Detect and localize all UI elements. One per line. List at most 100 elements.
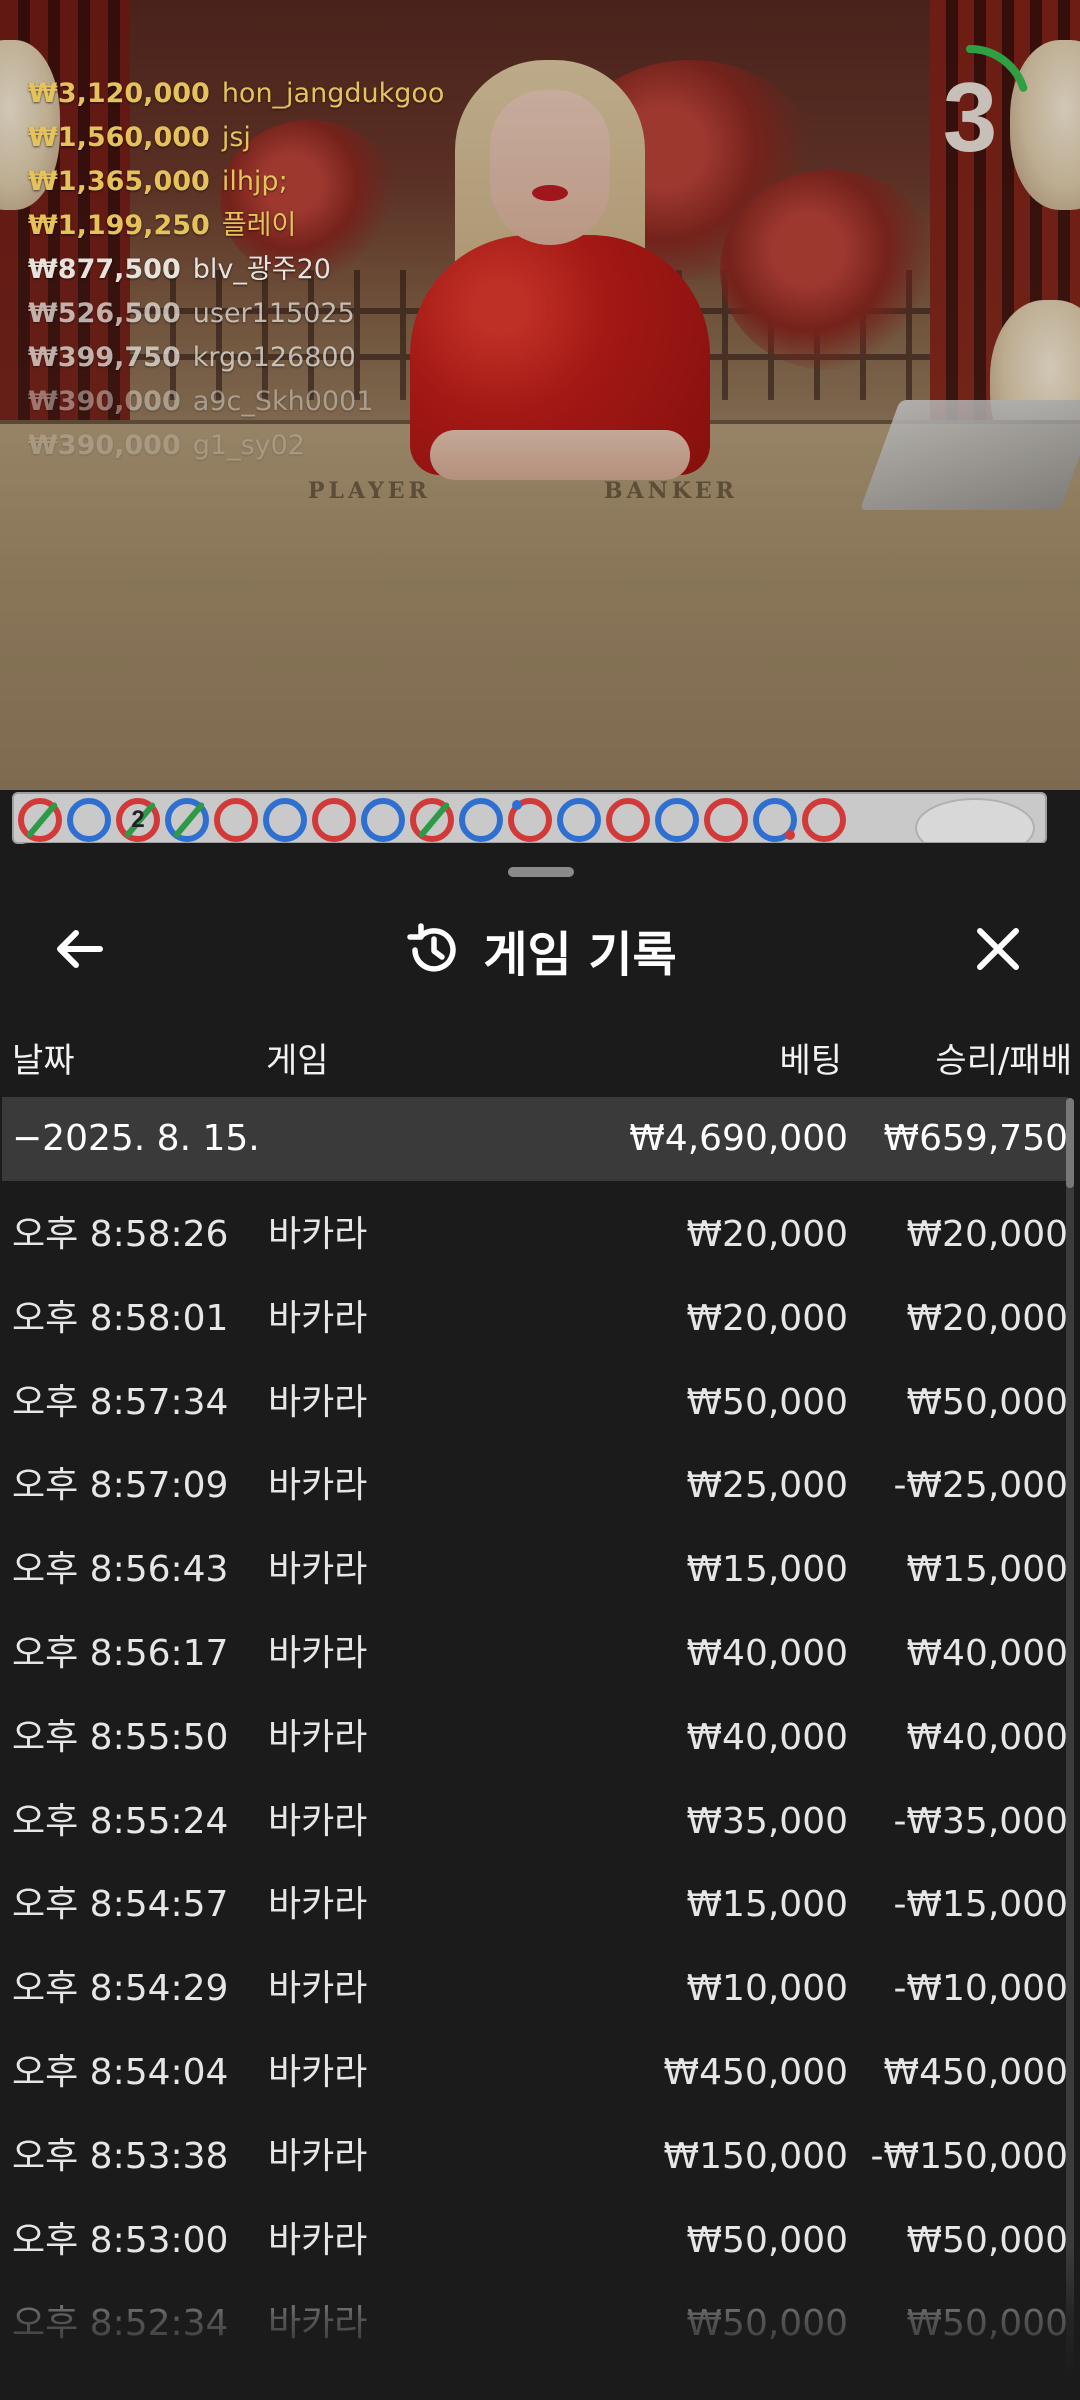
history-row[interactable]: 오후 8:53:38 바카라 ₩150,000 -₩150,000 <box>2 2115 1068 2199</box>
bead-red <box>18 798 62 842</box>
row-bet: ₩20,000 <box>686 1214 848 1255</box>
bead-blue <box>67 798 111 842</box>
bead-blue <box>165 798 209 842</box>
winner-amount: ₩526,500 <box>28 298 181 329</box>
row-result: -₩150,000 <box>870 2135 1068 2177</box>
pair-dot <box>785 830 795 840</box>
row-result: ₩40,000 <box>906 1633 1068 1674</box>
row-game: 바카라 <box>268 1968 368 2010</box>
date-group-row[interactable]: −2025. 8. 15. ₩4,690,000 ₩659,750 <box>2 1097 1068 1181</box>
winner-entry: ₩1,560,000 jsj <box>28 116 444 160</box>
row-result: ₩40,000 <box>906 1716 1068 1758</box>
scrollbar-thumb[interactable] <box>1066 1098 1074 1188</box>
bead-red <box>312 798 356 842</box>
row-time: 오후 8:57:34 <box>12 1381 229 1423</box>
row-game: 바카라 <box>268 2052 368 2093</box>
bead-red <box>214 798 258 842</box>
history-row[interactable]: 오후 8:55:50 바카라 ₩40,000 ₩40,000 <box>2 1696 1068 1780</box>
history-row[interactable]: 오후 8:54:29 바카라 ₩10,000 -₩10,000 <box>2 1947 1068 2031</box>
column-header-result[interactable]: 승리/패배 <box>935 1031 1072 1091</box>
scrollbar-track[interactable] <box>1066 1098 1074 2388</box>
history-row[interactable]: 오후 8:53:00 바카라 ₩50,000 ₩50,000 <box>2 2199 1068 2283</box>
row-time: 오후 8:55:24 <box>12 1800 229 1842</box>
row-time: 오후 8:57:09 <box>12 1465 229 1507</box>
row-time: 오후 8:56:17 <box>12 1633 229 1674</box>
bead-number: 2 <box>131 806 145 833</box>
winner-entry: ₩1,199,250 플레이 <box>28 204 444 248</box>
close-button[interactable] <box>950 901 1046 997</box>
sheet-header: 게임 기록 <box>2 907 1078 993</box>
row-game: 바카라 <box>268 1381 368 1423</box>
row-bet: ₩150,000 <box>663 2135 848 2177</box>
row-result: ₩15,000 <box>906 1549 1068 1591</box>
live-video: PLAYER BANKER ₩3,120,000 hon_jangdukgoo ₩1… <box>0 0 1080 790</box>
row-game: 바카라 <box>268 1465 368 1507</box>
winner-name: ilhjp; <box>221 166 288 197</box>
row-bet: ₩40,000 <box>686 1716 848 1758</box>
history-row[interactable]: 오후 8:54:57 바카라 ₩15,000 -₩15,000 <box>2 1863 1068 1947</box>
row-bet: ₩10,000 <box>686 1968 848 2010</box>
winner-name: g1_sy02 <box>192 430 305 461</box>
winner-name: a9c_Skh0001 <box>192 386 374 417</box>
bead-road[interactable]: 2 <box>12 792 1047 844</box>
row-result: ₩20,000 <box>906 1297 1068 1339</box>
row-result: ₩50,000 <box>906 2303 1068 2345</box>
history-icon <box>407 923 457 972</box>
history-row[interactable]: 오후 8:56:43 바카라 ₩15,000 ₩15,000 <box>2 1528 1068 1612</box>
winner-amount: ₩390,000 <box>28 430 181 461</box>
history-row[interactable]: 오후 8:58:26 바카라 ₩20,000 ₩20,000 <box>2 1193 1068 1277</box>
row-result: ₩450,000 <box>883 2052 1068 2093</box>
history-row[interactable]: 오후 8:56:17 바카라 ₩40,000 ₩40,000 <box>2 1612 1068 1696</box>
row-bet: ₩50,000 <box>686 1381 848 1423</box>
row-time: 오후 8:54:29 <box>12 1968 229 2010</box>
history-row[interactable]: 오후 8:57:34 바카라 ₩50,000 ₩50,000 <box>2 1361 1068 1445</box>
row-game: 바카라 <box>268 1800 368 1842</box>
row-game: 바카라 <box>268 1214 368 1255</box>
row-time: 오후 8:53:38 <box>12 2135 229 2177</box>
winner-name: krgo126800 <box>192 342 356 373</box>
bead-blue <box>361 798 405 842</box>
row-game: 바카라 <box>268 2303 368 2345</box>
row-result: -₩10,000 <box>893 1968 1068 2010</box>
row-result: ₩50,000 <box>906 2219 1068 2261</box>
column-header-game[interactable]: 게임 <box>266 1031 329 1091</box>
history-row[interactable]: 오후 8:54:04 바카라 ₩450,000 ₩450,000 <box>2 2031 1068 2115</box>
row-result: -₩15,000 <box>893 1884 1068 1926</box>
column-header-date[interactable]: 날짜 <box>12 1031 75 1091</box>
row-result: ₩50,000 <box>906 1381 1068 1423</box>
row-time: 오후 8:54:04 <box>12 2052 229 2093</box>
row-bet: ₩35,000 <box>686 1800 848 1842</box>
road-toggle-button[interactable] <box>915 798 1035 842</box>
bead-red <box>704 798 748 842</box>
bead-blue <box>753 798 797 842</box>
sheet-grab-handle[interactable] <box>508 867 574 877</box>
game-history-sheet: 게임 기록 날짜 게임 베팅 승리/패배 −2025. 8. 15. ₩4,69… <box>2 843 1078 2400</box>
history-row[interactable]: 오후 8:52:34 바카라 ₩50,000 ₩50,000 <box>2 2282 1068 2366</box>
winners-list: ₩3,120,000 hon_jangdukgoo ₩1,560,000 jsj ₩1,… <box>28 72 444 468</box>
row-result: ₩20,000 <box>906 1214 1068 1255</box>
history-row[interactable]: 오후 8:57:09 바카라 ₩25,000 -₩25,000 <box>2 1444 1068 1528</box>
row-game: 바카라 <box>268 1884 368 1926</box>
winner-amount: ₩1,560,000 <box>28 122 210 153</box>
column-header-bet[interactable]: 베팅 <box>779 1031 842 1091</box>
history-row[interactable]: 오후 8:58:01 바카라 ₩20,000 ₩20,000 <box>2 1277 1068 1361</box>
row-time: 오후 8:54:57 <box>12 1884 229 1926</box>
countdown-timer: 3 <box>905 40 1035 170</box>
row-bet: ₩25,000 <box>686 1465 848 1507</box>
row-time: 오후 8:53:00 <box>12 2219 229 2261</box>
winner-entry: ₩3,120,000 hon_jangdukgoo <box>28 72 444 116</box>
winner-entry: ₩526,500 user115025 <box>28 292 444 336</box>
winner-name: user115025 <box>192 298 355 329</box>
history-row[interactable]: 오후 8:55:24 바카라 ₩35,000 -₩35,000 <box>2 1780 1068 1864</box>
row-bet: ₩40,000 <box>686 1633 848 1674</box>
row-bet: ₩450,000 <box>663 2052 848 2093</box>
tie-slash <box>417 801 451 839</box>
group-date: −2025. 8. 15. <box>12 1118 260 1159</box>
row-game: 바카라 <box>268 1297 368 1339</box>
winner-name: hon_jangdukgoo <box>221 78 445 109</box>
bead-red <box>802 798 846 842</box>
winner-amount: ₩1,365,000 <box>28 166 210 197</box>
row-time: 오후 8:56:43 <box>12 1549 229 1591</box>
row-game: 바카라 <box>268 2219 368 2261</box>
winner-amount: ₩399,750 <box>28 342 181 373</box>
